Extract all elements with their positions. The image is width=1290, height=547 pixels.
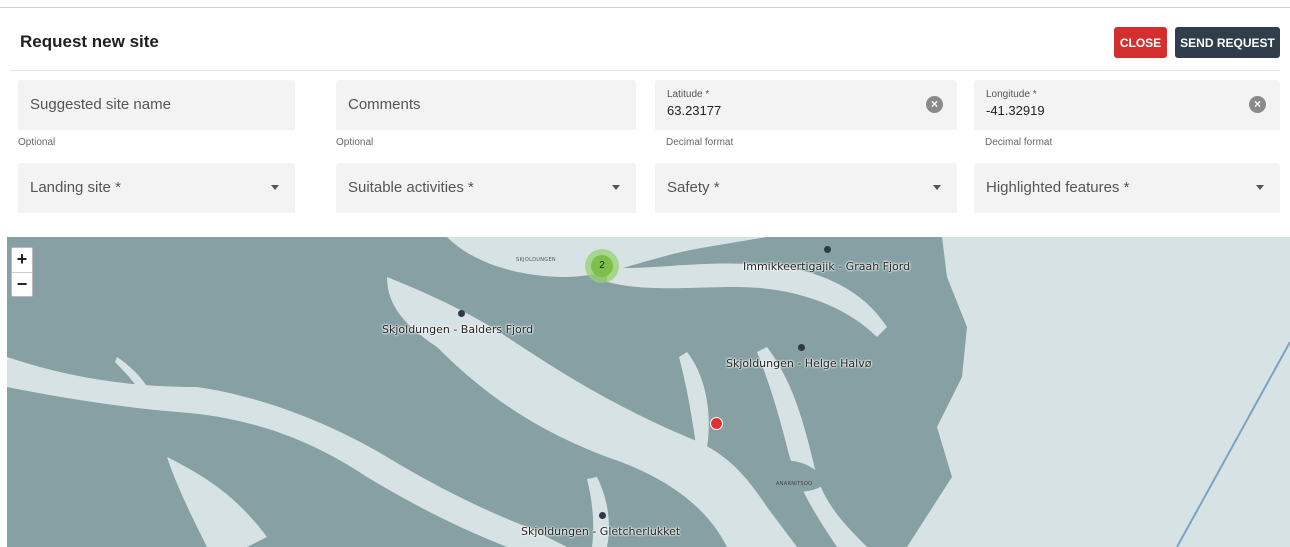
suitable-activities-placeholder: Suitable activities * [348, 179, 474, 196]
top-border [0, 0, 1290, 8]
site-marker[interactable] [599, 512, 606, 519]
longitude-field[interactable]: Longitude * -41.32919 × [974, 80, 1280, 130]
comments-helper: Optional [336, 137, 374, 148]
cluster-place-label: SKJOLDUNGEN [516, 257, 556, 263]
site-label[interactable]: Skjoldungen - Gletcherlukket [521, 525, 680, 538]
map-canvas[interactable]: SKJOLDUNGEN ANARNITSOQ Immikkeertigajik … [7, 237, 1290, 547]
zoom-in-button[interactable]: + [12, 248, 32, 272]
longitude-value: -41.32919 [986, 103, 1045, 118]
close-button[interactable]: CLOSE [1114, 27, 1167, 58]
dialog-title: Request new site [20, 32, 159, 51]
suitable-activities-select[interactable]: Suitable activities * [336, 163, 636, 213]
map-cluster-marker[interactable]: 2 [585, 249, 619, 283]
site-label[interactable]: Skjoldungen - Balders Fjord [382, 323, 533, 336]
safety-placeholder: Safety * [667, 179, 720, 196]
chevron-down-icon [612, 185, 620, 190]
highlighted-features-select[interactable]: Highlighted features * [974, 163, 1280, 213]
cluster-count: 2 [591, 255, 613, 277]
site-label[interactable]: Immikkeertigajik - Graah Fjord [743, 260, 910, 273]
latitude-label: Latitude * [667, 89, 710, 100]
site-marker[interactable] [798, 344, 805, 351]
site-name-field[interactable]: Suggested site name [18, 80, 295, 130]
latitude-value: 63.23177 [667, 103, 722, 118]
chevron-down-icon [933, 185, 941, 190]
site-label[interactable]: Skjoldungen - Helge Halvø [726, 357, 871, 370]
longitude-label: Longitude * [986, 89, 1037, 100]
zoom-out-button[interactable]: − [12, 272, 32, 296]
chevron-down-icon [1256, 185, 1264, 190]
dialog-header: Request new site CLOSE SEND REQUEST [0, 20, 1290, 68]
longitude-clear-icon[interactable]: × [1249, 96, 1266, 113]
site-name-placeholder: Suggested site name [30, 96, 171, 113]
anarnitsoq-label: ANARNITSOQ [776, 481, 813, 487]
zoom-control: + − [11, 247, 33, 297]
safety-select[interactable]: Safety * [655, 163, 957, 213]
header-divider [10, 70, 1280, 71]
site-name-helper: Optional [18, 137, 56, 148]
longitude-helper: Decimal format [985, 137, 1053, 148]
comments-placeholder: Comments [348, 96, 421, 113]
highlighted-features-placeholder: Highlighted features * [986, 179, 1130, 196]
comments-field[interactable]: Comments [336, 80, 636, 130]
selected-location-marker[interactable] [710, 417, 723, 430]
landing-site-select[interactable]: Landing site * [18, 163, 295, 213]
site-marker[interactable] [458, 310, 465, 317]
latitude-clear-icon[interactable]: × [926, 96, 943, 113]
chevron-down-icon [271, 185, 279, 190]
latitude-helper: Decimal format [666, 137, 734, 148]
site-marker-top[interactable] [824, 246, 831, 253]
send-request-button[interactable]: SEND REQUEST [1175, 27, 1280, 58]
landing-site-placeholder: Landing site * [30, 179, 121, 196]
map-terrain [7, 237, 1290, 547]
latitude-field[interactable]: Latitude * 63.23177 × [655, 80, 957, 130]
